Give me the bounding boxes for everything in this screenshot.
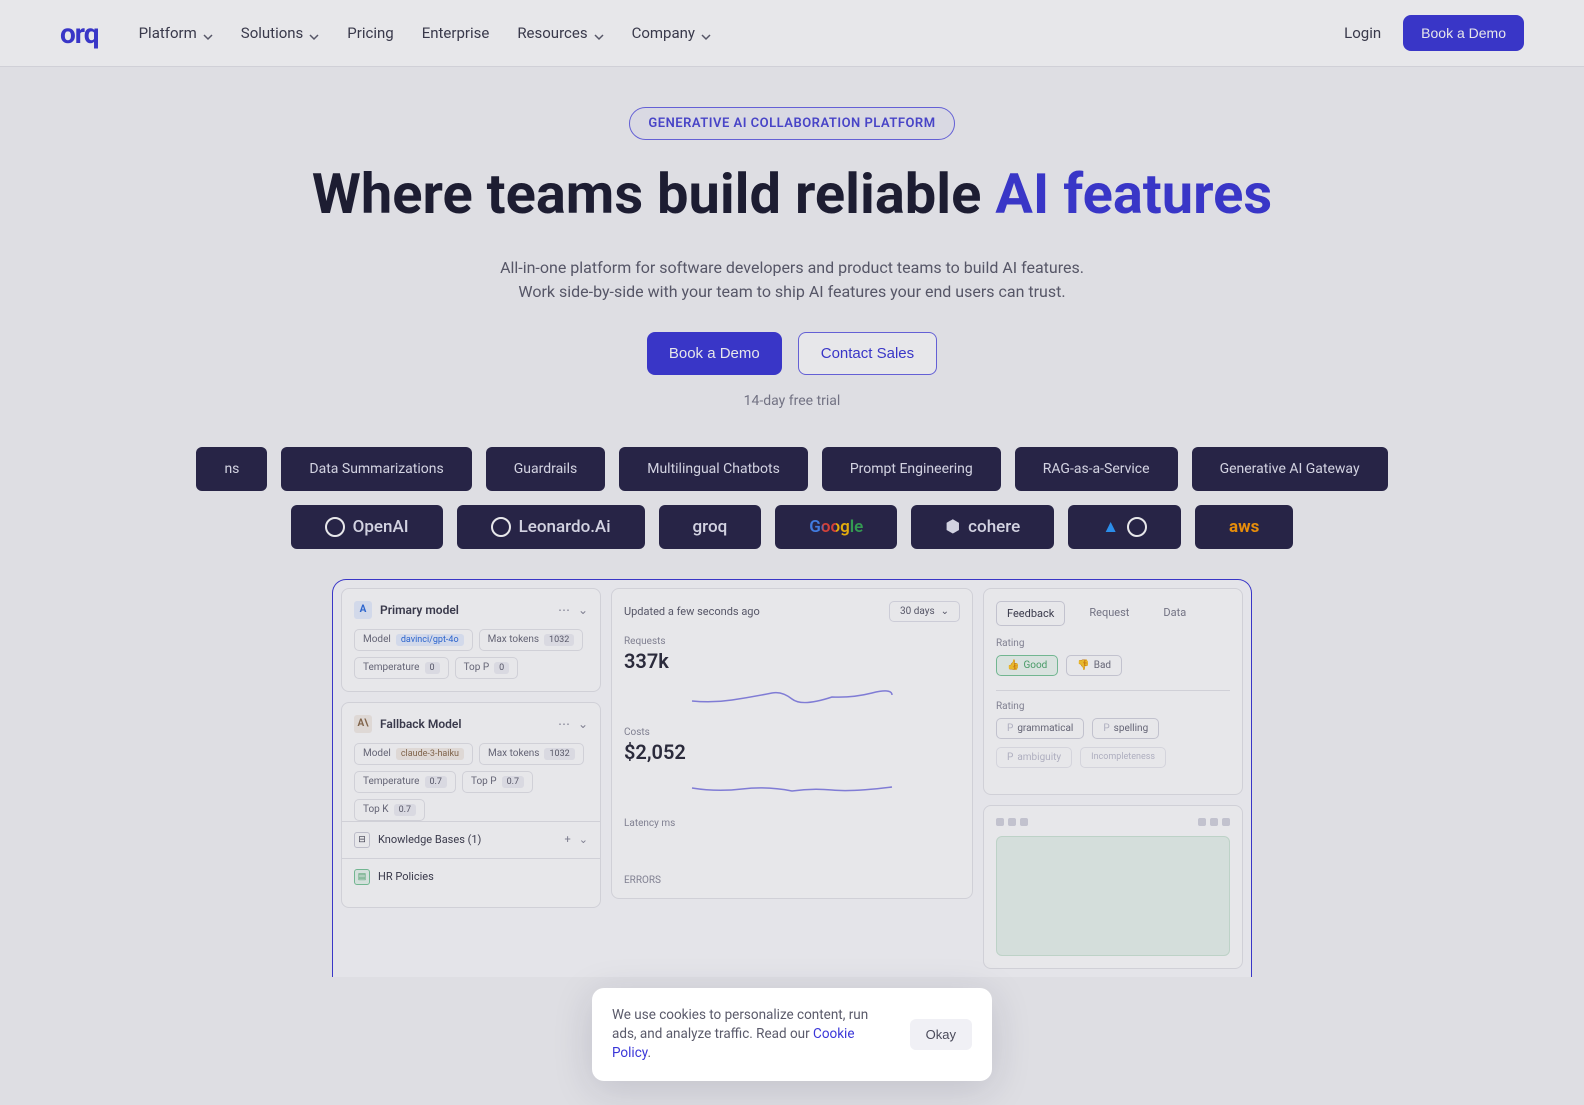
provider-google: Google [775,505,897,549]
openai-icon [325,517,345,537]
feature-chip: Generative AI Gateway [1192,447,1388,491]
hero-title: Where teams build reliable AI features [20,164,1564,226]
trial-text: 14-day free trial [20,393,1564,409]
kb-item-row[interactable]: ▤HR Policies [342,858,600,895]
tab-request[interactable]: Request [1079,601,1139,626]
tab-feedback[interactable]: Feedback [996,601,1065,626]
chevron-down-icon [203,28,213,38]
model-tag: Modeldavinci/gpt-4o [354,629,473,651]
card-menu[interactable]: ⋯⌄ [558,717,588,731]
primary-model-card: APrimary model ⋯⌄ Modeldavinci/gpt-4o Ma… [341,588,601,692]
database-icon: ⊟ [354,832,370,848]
logo[interactable]: orq [60,17,99,50]
nav-company[interactable]: Company [632,24,711,42]
requests-sparkline [624,683,960,711]
top-k-tag: Top K0.7 [354,799,425,821]
provider-azure-openai: ▲ [1068,505,1181,549]
chevron-down-icon: ⌄ [578,717,588,731]
bad-button[interactable]: 👎Bad [1066,655,1122,676]
provider-leonardo: Leonardo.Ai [457,505,645,549]
costs-label: Costs [624,727,960,738]
nav-enterprise[interactable]: Enterprise [422,24,490,42]
rating-label: Rating [996,638,1230,649]
nav-platform[interactable]: Platform [139,24,213,42]
feature-chip: Multilingual Chatbots [619,447,808,491]
login-link[interactable]: Login [1344,24,1381,42]
cookie-okay-button[interactable]: Okay [910,1019,972,1050]
costs-value: $2,052 [624,740,960,764]
thumbs-down-icon: 👎 [1077,660,1089,671]
feature-chips-row: ns Data Summarizations Guardrails Multil… [0,429,1584,491]
latency-label: Latency ms [624,818,960,829]
temperature-tag: Temperature0.7 [354,771,456,793]
chevron-down-icon: ⌄ [578,603,588,617]
max-tokens-tag: Max tokens1032 [479,629,584,651]
knowledge-bases-row[interactable]: ⊟Knowledge Bases (1) +⌄ [342,821,600,858]
fallback-model-card: A\Fallback Model ⋯⌄ Modelclaude-3-haiku … [341,702,601,908]
chevron-down-icon[interactable]: ⌄ [579,833,588,846]
chevron-down-icon [594,28,604,38]
provider-openai: OpenAI [291,505,443,549]
openai-icon [1127,517,1147,537]
metrics-card: Updated a few seconds ago 30 days⌄ Reque… [611,588,973,899]
rating-label-2: Rating [996,701,1230,712]
contact-sales-button[interactable]: Contact Sales [798,332,937,375]
provider-groq: groq [659,505,762,549]
model-tag: Modelclaude-3-haiku [354,743,473,765]
feature-chip: Prompt Engineering [822,447,1001,491]
temperature-tag: Temperature0 [354,657,449,679]
errors-label: ERRORS [624,875,960,886]
cookie-banner: We use cookies to personalize content, r… [592,988,992,1081]
thumbs-up-icon: 👍 [1007,660,1019,671]
tag-ambiguity[interactable]: Pambiguity [996,747,1072,768]
providers-logos-row: OpenAI Leonardo.Ai groq Google ⬢cohere ▲… [0,491,1584,579]
hero-badge: GENERATIVE AI COLLABORATION PLATFORM [629,107,954,140]
requests-value: 337k [624,649,960,673]
dots-icon: ⋯ [558,717,570,731]
nav-solutions[interactable]: Solutions [241,24,320,42]
max-tokens-tag: Max tokens1032 [479,743,584,765]
feature-chip: Guardrails [486,447,606,491]
azure-icon: A [354,601,372,619]
provider-cohere: ⬢cohere [911,505,1054,549]
chevron-down-icon [701,28,711,38]
document-icon: ▤ [354,869,370,885]
costs-sparkline [624,774,960,802]
chevron-down-icon: ⌄ [941,606,949,617]
updated-text: Updated a few seconds ago [624,605,760,618]
hero-section: GENERATIVE AI COLLABORATION PLATFORM Whe… [0,67,1584,429]
top-p-tag: Top P0.7 [462,771,533,793]
book-demo-button[interactable]: Book a Demo [1403,15,1524,51]
tab-data[interactable]: Data [1153,601,1196,626]
cohere-icon: ⬢ [945,517,960,537]
dots-icon: ⋯ [558,603,570,617]
nav-resources[interactable]: Resources [517,24,603,42]
provider-aws: aws [1195,505,1293,549]
tag-grammatical[interactable]: Pgrammatical [996,718,1084,739]
anthropic-icon: A\ [354,715,372,733]
feature-chip: ns [196,447,267,491]
tag-incompleteness[interactable]: Incompleteness [1080,747,1166,768]
hero-subtitle: All-in-one platform for software develop… [20,256,1564,304]
good-button[interactable]: 👍Good [996,655,1058,676]
azure-icon: ▲ [1102,517,1119,537]
dashboard-preview: APrimary model ⋯⌄ Modeldavinci/gpt-4o Ma… [332,579,1252,977]
top-p-tag: Top P0 [455,657,519,679]
card-menu[interactable]: ⋯⌄ [558,603,588,617]
chevron-down-icon [309,28,319,38]
plus-icon[interactable]: + [565,833,571,846]
skeleton-card [983,805,1243,969]
range-select[interactable]: 30 days⌄ [889,601,960,622]
feature-chip: Data Summarizations [281,447,471,491]
skeleton-body [996,836,1230,956]
tag-spelling[interactable]: Pspelling [1092,718,1159,739]
feedback-card: Feedback Request Data Rating 👍Good 👎Bad … [983,588,1243,795]
requests-label: Requests [624,636,960,647]
hero-book-demo-button[interactable]: Book a Demo [647,332,782,375]
main-nav: Platform Solutions Pricing Enterprise Re… [139,24,711,42]
nav-pricing[interactable]: Pricing [347,24,393,42]
feature-chip: RAG-as-a-Service [1015,447,1178,491]
site-header: orq Platform Solutions Pricing Enterpris… [0,0,1584,67]
leonardo-icon [491,517,511,537]
